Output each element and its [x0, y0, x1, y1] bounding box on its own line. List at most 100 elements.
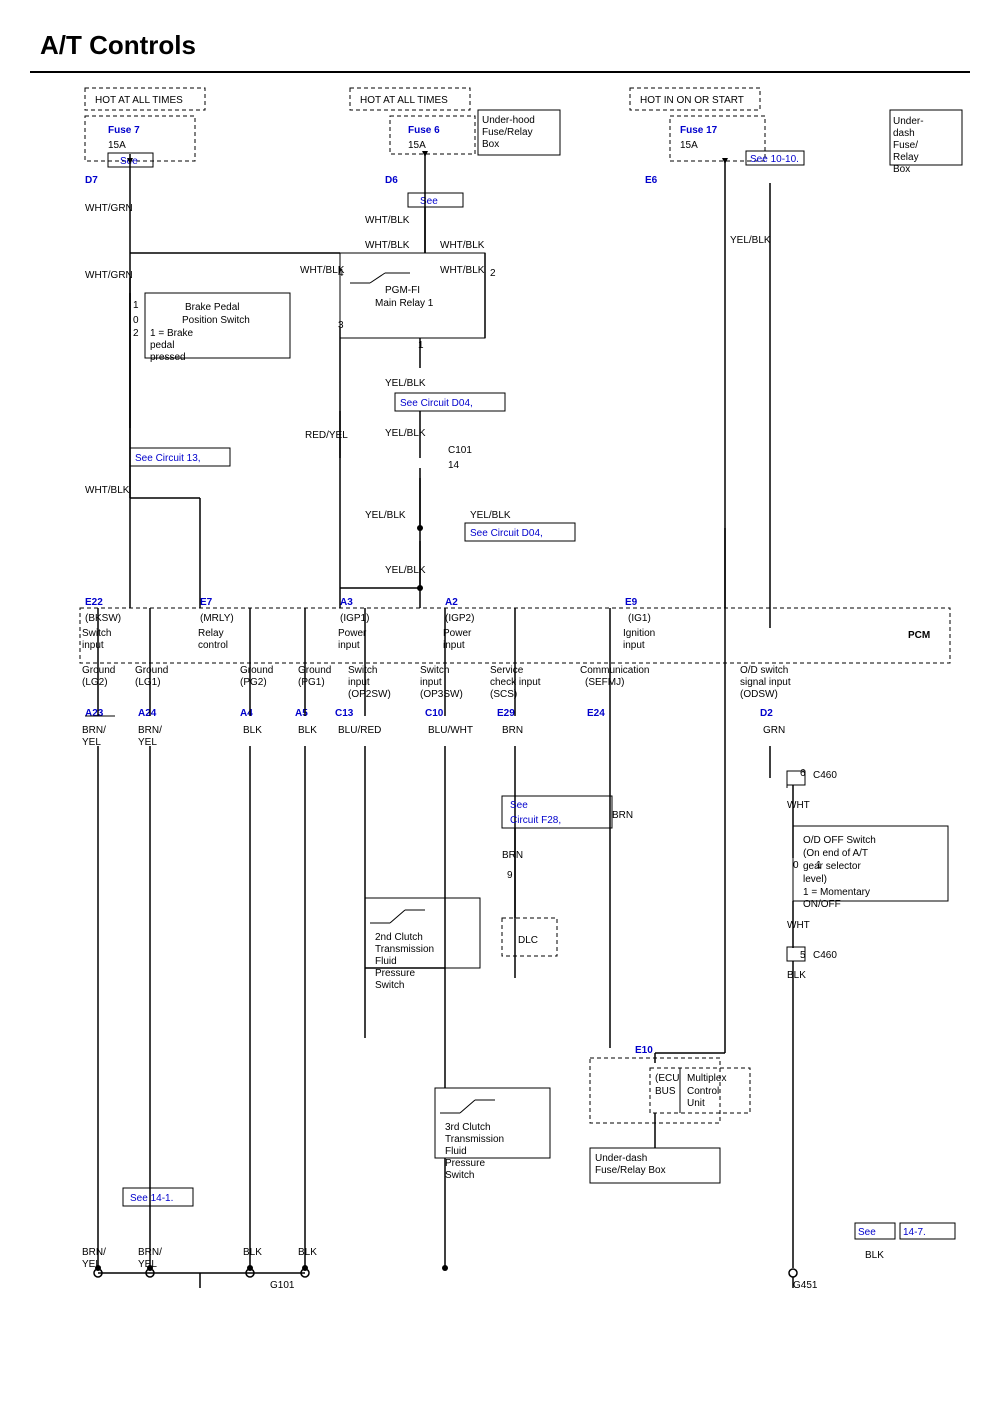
svg-text:pressed: pressed: [150, 352, 186, 363]
svg-text:14: 14: [448, 460, 460, 471]
svg-text:signal input: signal input: [740, 677, 791, 688]
svg-text:(BKSW): (BKSW): [85, 613, 121, 624]
svg-text:1 = Brake: 1 = Brake: [150, 328, 194, 339]
svg-text:E24: E24: [587, 708, 605, 719]
svg-text:14-7.: 14-7.: [903, 1227, 926, 1238]
svg-text:A2: A2: [445, 597, 458, 608]
svg-text:WHT/BLK: WHT/BLK: [300, 265, 345, 276]
svg-text:(PG1): (PG1): [298, 677, 325, 688]
svg-text:Ground: Ground: [298, 665, 331, 676]
svg-text:BRN: BRN: [502, 850, 523, 861]
svg-text:E10: E10: [635, 1045, 653, 1056]
svg-text:Power: Power: [338, 628, 367, 639]
svg-text:input: input: [82, 640, 104, 651]
svg-text:1 = Momentary: 1 = Momentary: [803, 887, 870, 898]
svg-text:gear selector: gear selector: [803, 861, 861, 872]
svg-text:Box: Box: [893, 164, 910, 175]
svg-text:WHT/GRN: WHT/GRN: [85, 203, 133, 214]
svg-text:C101: C101: [448, 445, 472, 456]
svg-text:input: input: [443, 640, 465, 651]
svg-text:See: See: [858, 1227, 876, 1238]
svg-text:Service: Service: [490, 665, 524, 676]
svg-text:Switch: Switch: [348, 665, 377, 676]
svg-text:YEL/BLK: YEL/BLK: [470, 510, 511, 521]
svg-text:WHT/BLK: WHT/BLK: [365, 240, 410, 251]
svg-text:BUS: BUS: [655, 1086, 676, 1097]
svg-text:1: 1: [816, 860, 822, 871]
svg-text:Fuse 17: Fuse 17: [680, 125, 718, 136]
svg-text:WHT/BLK: WHT/BLK: [440, 265, 485, 276]
svg-text:G101: G101: [270, 1280, 295, 1291]
svg-text:Pressure: Pressure: [375, 968, 415, 979]
svg-text:Pressure: Pressure: [445, 1158, 485, 1169]
diagram-container: HOT AT ALL TIMES HOT AT ALL TIMES HOT IN…: [30, 71, 970, 1358]
svg-text:Transmission: Transmission: [445, 1134, 504, 1145]
svg-text:(IG1): (IG1): [628, 613, 651, 624]
svg-text:BRN/: BRN/: [138, 725, 162, 736]
svg-text:Power: Power: [443, 628, 472, 639]
svg-text:Position Switch: Position Switch: [182, 315, 250, 326]
svg-text:Multiplex: Multiplex: [687, 1073, 726, 1084]
svg-text:See Circuit D04,: See Circuit D04,: [400, 398, 473, 409]
svg-text:D7: D7: [85, 175, 98, 186]
svg-text:(SCS): (SCS): [490, 689, 517, 700]
svg-text:A4: A4: [240, 708, 253, 719]
svg-text:Switch: Switch: [375, 980, 404, 991]
svg-text:C13: C13: [335, 708, 354, 719]
svg-text:G451: G451: [793, 1280, 818, 1291]
svg-text:WHT/BLK: WHT/BLK: [440, 240, 485, 251]
svg-text:BRN/: BRN/: [82, 1247, 106, 1258]
svg-text:E7: E7: [200, 597, 213, 608]
svg-text:A24: A24: [138, 708, 157, 719]
svg-text:dash: dash: [893, 128, 915, 139]
svg-text:input: input: [348, 677, 370, 688]
svg-text:1: 1: [133, 300, 139, 311]
svg-text:Switch: Switch: [82, 628, 111, 639]
svg-text:E9: E9: [625, 597, 638, 608]
svg-text:Control: Control: [687, 1086, 719, 1097]
svg-text:ON/OFF: ON/OFF: [803, 899, 841, 910]
svg-text:Unit: Unit: [687, 1098, 705, 1109]
svg-text:See Circuit 13,: See Circuit 13,: [135, 453, 201, 464]
svg-text:3rd Clutch: 3rd Clutch: [445, 1122, 491, 1133]
svg-text:level): level): [803, 874, 827, 885]
svg-text:input: input: [338, 640, 360, 651]
svg-text:Ignition: Ignition: [623, 628, 655, 639]
svg-text:See 10-10.: See 10-10.: [750, 154, 799, 165]
svg-text:YEL/BLK: YEL/BLK: [385, 378, 426, 389]
svg-text:HOT AT ALL TIMES: HOT AT ALL TIMES: [95, 95, 183, 106]
svg-text:Fluid: Fluid: [375, 956, 397, 967]
svg-text:WHT/GRN: WHT/GRN: [85, 270, 133, 281]
svg-text:C10: C10: [425, 708, 444, 719]
svg-text:(OP3SW): (OP3SW): [420, 689, 463, 700]
svg-text:Under-: Under-: [893, 116, 924, 127]
svg-text:Fuse/: Fuse/: [893, 140, 918, 151]
svg-text:Ground: Ground: [135, 665, 168, 676]
svg-text:2: 2: [133, 328, 139, 339]
svg-text:Fluid: Fluid: [445, 1146, 467, 1157]
svg-text:RED/YEL: RED/YEL: [305, 430, 348, 441]
svg-text:Fuse/Relay: Fuse/Relay: [482, 127, 533, 138]
svg-text:Relay: Relay: [893, 152, 919, 163]
svg-text:HOT IN ON OR START: HOT IN ON OR START: [640, 95, 744, 106]
svg-text:A5: A5: [295, 708, 308, 719]
svg-text:(On end of A/T: (On end of A/T: [803, 848, 868, 859]
svg-text:Relay: Relay: [198, 628, 224, 639]
svg-text:(LG2): (LG2): [82, 677, 108, 688]
svg-text:BRN/: BRN/: [82, 725, 106, 736]
svg-text:BLK: BLK: [243, 725, 262, 736]
svg-text:0: 0: [133, 315, 139, 326]
svg-text:DLC: DLC: [518, 935, 538, 946]
svg-text:2: 2: [490, 268, 496, 279]
svg-text:Communication: Communication: [580, 665, 649, 676]
svg-text:GRN: GRN: [763, 725, 785, 736]
svg-text:YEL/BLK: YEL/BLK: [365, 510, 406, 521]
wiring-diagram: HOT AT ALL TIMES HOT AT ALL TIMES HOT IN…: [30, 78, 970, 1358]
svg-text:See Circuit D04,: See Circuit D04,: [470, 528, 543, 539]
svg-text:(IGP2): (IGP2): [445, 613, 474, 624]
svg-text:O/D OFF Switch: O/D OFF Switch: [803, 835, 876, 846]
svg-text:See 14-1.: See 14-1.: [130, 1193, 173, 1204]
svg-text:15A: 15A: [408, 140, 426, 151]
svg-text:A23: A23: [85, 708, 104, 719]
svg-text:Fuse 6: Fuse 6: [408, 125, 440, 136]
